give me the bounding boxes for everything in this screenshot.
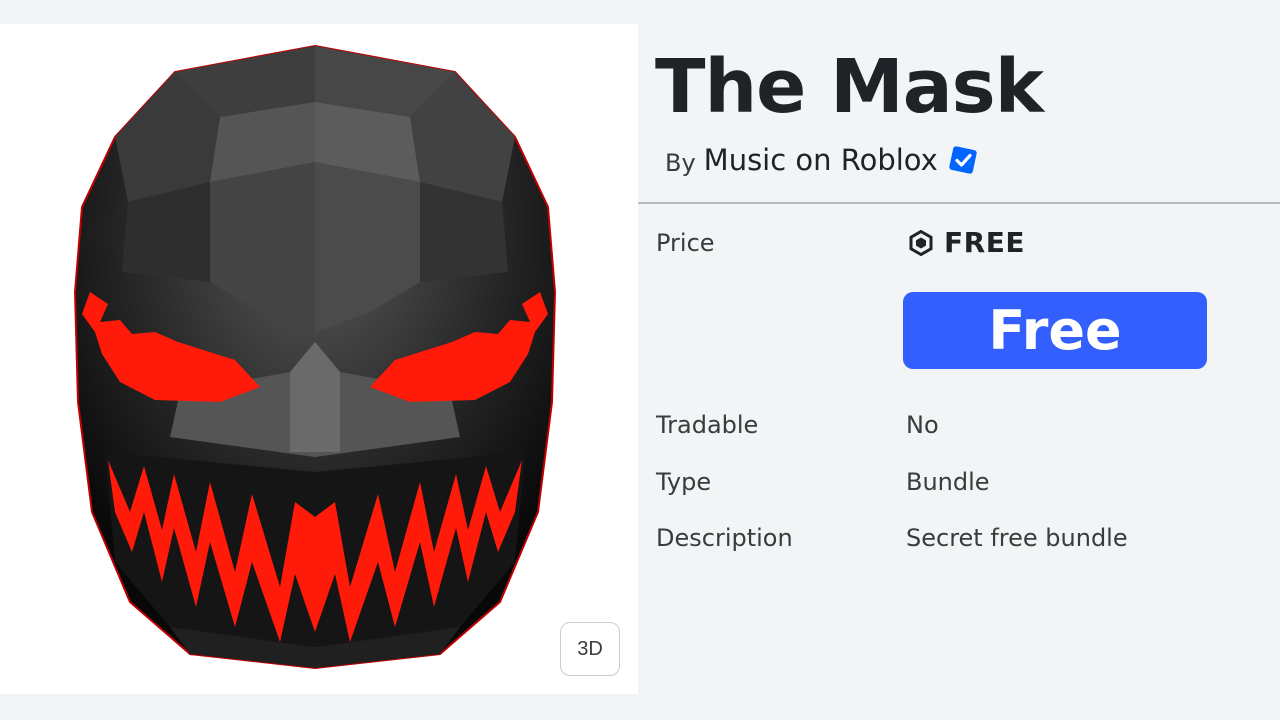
toggle-3d-button[interactable]: 3D <box>560 622 620 676</box>
creator-link[interactable]: Music on Roblox <box>704 143 938 177</box>
type-value: Bundle <box>906 468 990 496</box>
tradable-label: Tradable <box>656 411 759 439</box>
tradable-value: No <box>906 411 939 439</box>
get-free-button[interactable]: Free <box>903 292 1207 369</box>
item-title: The Mask <box>655 44 1044 130</box>
robux-icon <box>909 229 933 256</box>
price-value-group: FREE <box>908 226 1025 259</box>
description-value: Secret free bundle <box>906 524 1128 552</box>
type-label: Type <box>656 468 712 496</box>
description-label: Description <box>656 524 793 552</box>
item-details-page: 3D The Mask By Music on Roblox Price FRE… <box>0 0 1280 720</box>
mask-thumbnail <box>73 44 557 670</box>
section-divider <box>638 202 1280 204</box>
price-label: Price <box>656 229 715 257</box>
verified-badge-icon <box>949 146 977 174</box>
by-prefix: By <box>665 149 696 177</box>
creator-byline: By Music on Roblox <box>665 143 978 177</box>
price-value: FREE <box>944 226 1025 259</box>
item-thumbnail-panel: 3D <box>0 24 638 694</box>
